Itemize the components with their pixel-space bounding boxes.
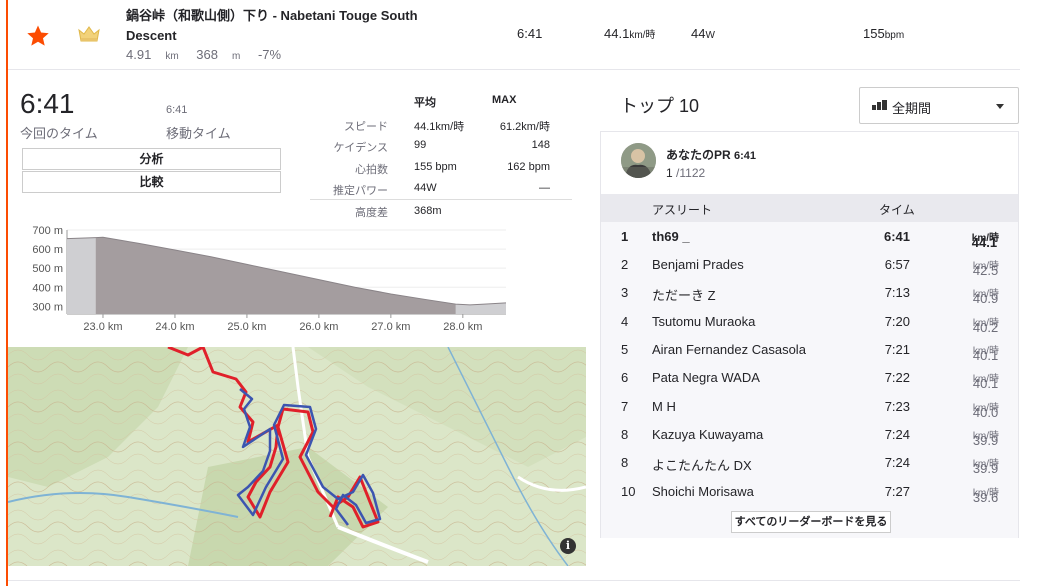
stat-label: 推定パワー bbox=[333, 185, 388, 197]
segment-distance: 4.91 km bbox=[126, 47, 179, 62]
crown-icon bbox=[78, 26, 100, 42]
map-canvas bbox=[8, 347, 586, 566]
period-value: 全期間 bbox=[892, 101, 932, 116]
pr-rank: 1 /1122 bbox=[666, 166, 706, 180]
segment-speed: 44.1km/時 bbox=[604, 26, 656, 41]
athlete-name: よこたんたん DX bbox=[652, 458, 752, 473]
table-row[interactable]: 4 Tsutomu Muraoka 7:20 40.2 km/時 bbox=[601, 308, 1018, 336]
x-tick-label: 26.0 km bbox=[299, 321, 338, 333]
table-row[interactable]: 7 M H 7:23 40.0 km/時 bbox=[601, 393, 1018, 421]
max-header: MAX bbox=[492, 94, 517, 106]
bar-chart-icon bbox=[872, 100, 887, 110]
stat-label: ケイデンス bbox=[333, 142, 388, 154]
x-tick-label: 27.0 km bbox=[371, 321, 410, 333]
moving-time-label: 移動タイム bbox=[166, 126, 231, 141]
period-select[interactable]: 全期間 bbox=[859, 87, 1019, 124]
segment-power: 44W bbox=[691, 26, 715, 41]
athlete-name: ただーき Z bbox=[652, 288, 716, 303]
stat-label: 高度差 bbox=[355, 207, 388, 219]
segment-map[interactable]: i bbox=[8, 347, 586, 566]
athlete-name: Airan Fernandez Casasola bbox=[652, 342, 806, 357]
x-tick-label: 24.0 km bbox=[155, 321, 194, 333]
stat-max: 162 bpm bbox=[507, 161, 550, 173]
segment-row[interactable]: 鍋谷峠（和歌山側）下り - Nabetani Touge South Desce… bbox=[8, 0, 1020, 70]
athlete-name: th69 _ bbox=[652, 229, 690, 244]
segment-heartrate: 155bpm bbox=[863, 26, 905, 41]
athlete-name: Tsutomu Muraoka bbox=[652, 314, 756, 329]
leaderboard: あなたのPR 6:41 1 /1122 アスリート タイム 1 th69 _ 6… bbox=[600, 131, 1019, 538]
full-leaderboard-button[interactable]: すべてのリーダーボードを見る bbox=[731, 511, 891, 533]
athlete-name: Pata Negra WADA bbox=[652, 370, 760, 385]
personal-record: あなたのPR 6:41 1 /1122 bbox=[601, 132, 1018, 194]
map-info-icon[interactable]: i bbox=[560, 538, 576, 554]
active-row-accent bbox=[0, 0, 8, 586]
stat-avg: 44W bbox=[414, 182, 437, 194]
segment-grade: -7% bbox=[257, 47, 282, 62]
star-icon[interactable] bbox=[26, 24, 50, 48]
analyze-button[interactable]: 分析 bbox=[22, 148, 281, 170]
y-tick-label: 600 m bbox=[32, 244, 63, 256]
table-row[interactable]: 8 よこたんたん DX 7:24 39.9 km/時 bbox=[601, 449, 1018, 477]
table-row[interactable]: 2 Benjami Prades 6:57 42.5 km/時 bbox=[601, 251, 1018, 279]
x-tick-label: 28.0 km bbox=[443, 321, 482, 333]
athlete-name: Kazuya Kuwayama bbox=[652, 427, 764, 442]
segment-title[interactable]: 鍋谷峠（和歌山側）下り - Nabetani Touge South Desce… bbox=[126, 6, 456, 46]
pr-title: あなたのPR 6:41 bbox=[666, 148, 757, 162]
stat-avg: 44.1km/時 bbox=[414, 121, 465, 133]
compare-button[interactable]: 比較 bbox=[22, 171, 281, 193]
x-tick-label: 25.0 km bbox=[227, 321, 266, 333]
avg-header: 平均 bbox=[414, 97, 436, 109]
divider bbox=[8, 580, 1020, 581]
y-tick-label: 300 m bbox=[32, 301, 63, 313]
leaderboard-title: トップ 10 bbox=[620, 96, 700, 116]
table-header: アスリート タイム bbox=[601, 194, 1018, 222]
athlete-name: M H bbox=[652, 399, 676, 414]
stats-divider bbox=[310, 199, 572, 200]
table-row[interactable]: 3 ただーき Z 7:13 40.9 km/時 bbox=[601, 279, 1018, 307]
avatar[interactable] bbox=[621, 143, 656, 178]
segment-time: 6:41 bbox=[517, 26, 543, 41]
x-tick-label: 23.0 km bbox=[83, 321, 122, 333]
elapsed-time: 6:41 bbox=[20, 88, 75, 119]
y-tick-label: 500 m bbox=[32, 263, 63, 275]
col-athlete: アスリート bbox=[652, 203, 713, 217]
chevron-down-icon bbox=[996, 104, 1004, 109]
stat-avg: 99 bbox=[414, 139, 427, 151]
elevation-chart[interactable]: 700 m 600 m 500 m 400 m 300 m 23.0 km 24.0 km… bbox=[20, 222, 510, 340]
stat-avg: 155 bpm bbox=[414, 161, 457, 173]
table-row[interactable]: 10 Shoichi Morisawa 7:27 39.6 km/時 bbox=[601, 478, 1018, 506]
athlete-name: Benjami Prades bbox=[652, 257, 744, 272]
stat-label: スピード bbox=[344, 121, 388, 133]
table-row[interactable]: 6 Pata Negra WADA 7:22 40.1 km/時 bbox=[601, 364, 1018, 392]
stat-avg: 368m bbox=[414, 205, 442, 217]
col-time: タイム bbox=[879, 203, 915, 217]
elapsed-time-label: 今回のタイム bbox=[20, 126, 98, 141]
leaderboard-footer: すべてのリーダーボードを見る bbox=[601, 507, 1018, 538]
athlete-name: Shoichi Morisawa bbox=[652, 484, 754, 499]
table-row[interactable]: 1 th69 _ 6:41 44.1 km/時 bbox=[601, 223, 1018, 251]
stat-max: — bbox=[539, 182, 550, 194]
stat-label: 心拍数 bbox=[355, 164, 388, 176]
moving-time: 6:41 bbox=[166, 104, 188, 116]
y-tick-label: 400 m bbox=[32, 282, 63, 294]
y-tick-label: 700 m bbox=[32, 225, 63, 237]
table-row[interactable]: 5 Airan Fernandez Casasola 7:21 40.1 km/時 bbox=[601, 336, 1018, 364]
stat-max: 148 bbox=[531, 139, 550, 151]
table-row[interactable]: 8 Kazuya Kuwayama 7:24 39.9 km/時 bbox=[601, 421, 1018, 449]
segment-elevation: 368 m bbox=[196, 47, 241, 62]
stat-max: 61.2km/時 bbox=[499, 121, 550, 133]
segment-meta: 4.91 km 368 m -7% bbox=[126, 47, 295, 62]
leaderboard-table: アスリート タイム 1 th69 _ 6:41 44.1 km/時 2 Benja… bbox=[601, 194, 1018, 507]
